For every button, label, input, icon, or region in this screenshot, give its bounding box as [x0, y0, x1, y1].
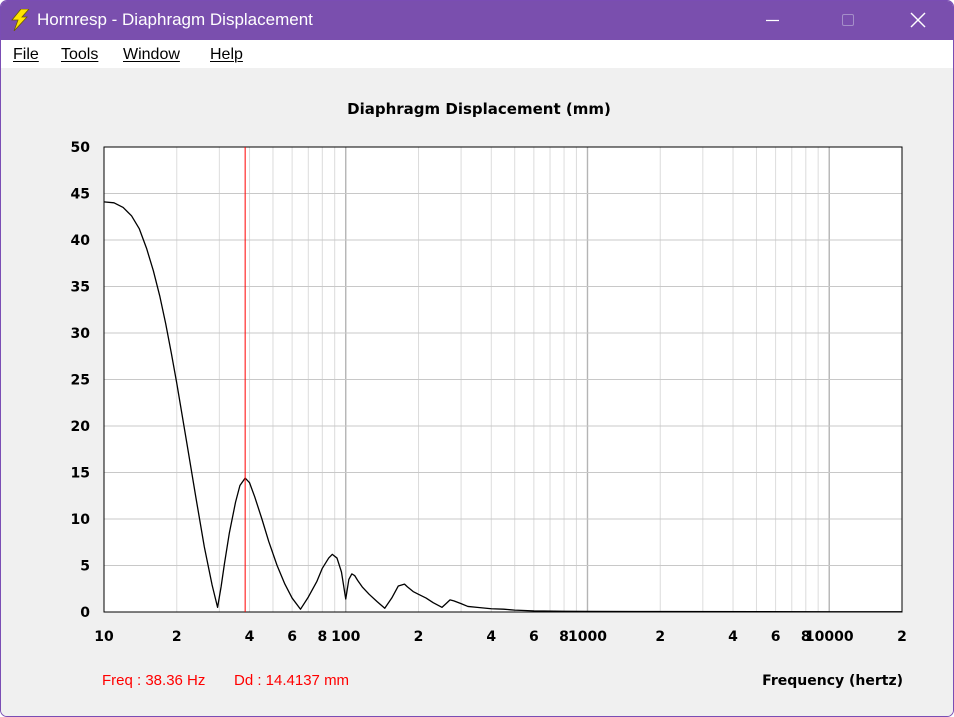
x-tick-label: 2 [655, 629, 665, 645]
close-icon [910, 12, 926, 28]
x-tick-label: 4 [245, 629, 255, 645]
x-tick-label: 6 [529, 629, 539, 645]
y-tick-label: 20 [71, 419, 91, 435]
minimize-button[interactable] [749, 1, 795, 40]
menu-window[interactable]: Window [123, 45, 180, 64]
x-tick-label: 4 [728, 629, 738, 645]
x-tick-label: 1000 [568, 629, 607, 645]
menu-tools[interactable]: Tools [61, 45, 98, 64]
x-axis-labels: 10 2 4 6 8 100 2 4 6 8 1000 2 4 6 810000 2 [94, 629, 907, 645]
y-tick-label: 5 [80, 559, 90, 575]
maximize-button[interactable] [825, 1, 871, 40]
menu-bar: File Tools Window Help [1, 40, 953, 68]
x-tick-label: 10 [94, 629, 114, 645]
y-tick-label: 50 [71, 140, 91, 156]
displacement-readout: Dd : 14.4137 mm [234, 672, 349, 689]
y-tick-label: 45 [71, 187, 90, 203]
x-tick-label: 2 [414, 629, 424, 645]
chart-title: Diaphragm Displacement (mm) [347, 100, 611, 118]
y-tick-label: 40 [71, 233, 91, 249]
menu-help[interactable]: Help [210, 45, 243, 64]
minimize-icon [766, 19, 779, 22]
title-bar[interactable]: Hornresp - Diaphragm Displacement [1, 1, 953, 40]
displacement-chart[interactable]: Diaphragm Displacement (mm) 0 5 10 15 20 25 30… [1, 68, 953, 716]
app-window: Hornresp - Diaphragm Displacement File T… [0, 0, 954, 717]
frequency-readout: Freq : 38.36 Hz [102, 672, 205, 689]
x-tick-label: 10000 [805, 629, 854, 645]
y-tick-label: 30 [71, 326, 91, 342]
maximize-icon [842, 14, 854, 26]
x-tick-label: 4 [486, 629, 496, 645]
x-tick-label: 2 [172, 629, 182, 645]
x-tick-label: 6 [771, 629, 781, 645]
lightning-bolt-icon [10, 8, 30, 32]
x-tick-label: 2 [897, 629, 907, 645]
y-tick-label: 25 [71, 373, 90, 389]
chart-grid [104, 147, 902, 612]
y-tick-label: 35 [71, 280, 90, 296]
x-tick-label: 6 [287, 629, 297, 645]
y-axis-labels: 0 5 10 15 20 25 30 35 40 45 50 [71, 140, 91, 621]
window-title: Hornresp - Diaphragm Displacement [37, 10, 313, 29]
chart-area[interactable]: Diaphragm Displacement (mm) 0 5 10 15 20 25 30… [1, 68, 953, 716]
y-tick-label: 0 [80, 605, 90, 621]
x-tick-label: 100 [331, 629, 360, 645]
close-button[interactable] [895, 1, 941, 40]
x-axis-title: Frequency (hertz) [762, 673, 903, 689]
y-tick-label: 10 [71, 512, 91, 528]
x-tick-label: 8 [317, 629, 327, 645]
menu-file[interactable]: File [13, 45, 39, 64]
y-tick-label: 15 [71, 466, 90, 482]
